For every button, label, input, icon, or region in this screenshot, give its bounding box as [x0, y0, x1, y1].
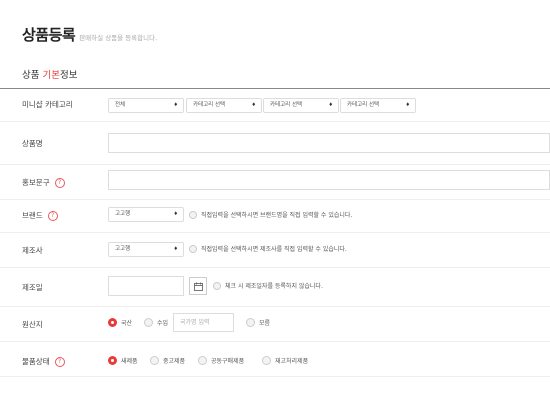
maker-select-value: 고고행 — [115, 246, 131, 252]
origin-radio-domestic[interactable] — [108, 318, 117, 327]
condition-row: 물품상태? 새제품 중고제품 공동구매제품 재고처리제품 — [0, 342, 550, 377]
origin-option-domestic-label: 국산 — [121, 320, 133, 327]
page-description: 판매하실 상품을 등록합니다. — [79, 34, 158, 42]
maker-direct-input-checkbox[interactable] — [189, 245, 197, 253]
brand-label-wrap: 브랜드? — [22, 210, 58, 221]
brand-select[interactable]: 고고행 ♦ — [108, 207, 184, 222]
promo-label: 홍보문구 — [22, 178, 50, 187]
section-title-suffix: 정보 — [59, 70, 78, 81]
category-select-4[interactable]: 카테고리 선택 ♦ — [340, 98, 416, 113]
origin-option-unknown-label: 모름 — [259, 320, 271, 327]
condition-option-group-buy-label: 공동구매제품 — [211, 358, 245, 365]
origin-row: 원산지 국산 수입 국가명 입력 모름 — [0, 307, 550, 342]
made-date-row: 제조일 체크 시 제조일자를 등록하지 않습니다. — [0, 268, 550, 307]
country-name-input[interactable]: 국가명 입력 — [173, 313, 234, 332]
product-name-row: 상품명 — [0, 122, 550, 165]
help-icon[interactable]: ? — [47, 210, 58, 221]
chevron-updown-icon: ♦ — [173, 246, 178, 252]
product-name-input[interactable] — [108, 133, 550, 153]
chevron-updown-icon: ♦ — [405, 102, 410, 108]
maker-select[interactable]: 고고행 ♦ — [108, 242, 184, 257]
chevron-updown-icon: ♦ — [173, 211, 178, 217]
origin-label: 원산지 — [22, 320, 43, 329]
category-select-3[interactable]: 카테고리 선택 ♦ — [263, 98, 339, 113]
category-select-2[interactable]: 카테고리 선택 ♦ — [186, 98, 262, 113]
condition-radio-new[interactable] — [108, 356, 117, 365]
no-made-date-label: 체크 시 제조일자를 등록하지 않습니다. — [225, 283, 323, 290]
section-title: 상품 기본정보 — [22, 67, 77, 81]
condition-radio-used[interactable] — [150, 356, 159, 365]
category-select-4-value: 카테고리 선택 — [347, 102, 380, 108]
product-register-page: 상품등록 판매하실 상품을 등록합니다. 상품 기본정보 미니샵 카테고리 전체… — [0, 0, 550, 401]
brand-label: 브랜드 — [22, 211, 43, 220]
section-title-highlight: 기본 — [42, 70, 60, 81]
made-date-input[interactable] — [108, 276, 184, 296]
chevron-updown-icon: ♦ — [328, 102, 333, 108]
category-label: 미니샵 카테고리 — [22, 100, 73, 109]
no-made-date-checkbox[interactable] — [213, 282, 221, 290]
origin-radio-import[interactable] — [144, 318, 153, 327]
origin-radio-unknown[interactable] — [246, 318, 255, 327]
chevron-updown-icon: ♦ — [251, 102, 256, 108]
brand-select-value: 고고행 — [115, 211, 131, 217]
section-title-prefix: 상품 — [22, 70, 43, 81]
condition-label: 물품상태 — [22, 357, 50, 366]
product-name-label: 상품명 — [22, 139, 43, 148]
help-icon[interactable]: ? — [54, 356, 65, 367]
brand-direct-input-checkbox[interactable] — [189, 211, 197, 219]
calendar-icon — [194, 282, 203, 291]
made-date-label: 제조일 — [22, 283, 43, 292]
promo-label-wrap: 홍보문구? — [22, 177, 65, 188]
condition-label-wrap: 물품상태? — [22, 356, 65, 367]
maker-row: 제조사 고고행 ♦ 직접입력을 선택하시면 제조사를 직접 입력할 수 있습니다. — [0, 233, 550, 268]
chevron-updown-icon: ♦ — [173, 102, 178, 108]
page-title: 상품등록 — [22, 26, 76, 44]
promo-row: 홍보문구? — [0, 165, 550, 200]
maker-direct-input-label: 직접입력을 선택하시면 제조사를 직접 입력할 수 있습니다. — [201, 246, 347, 253]
condition-option-used-label: 중고제품 — [163, 358, 186, 365]
calendar-button[interactable] — [189, 277, 207, 295]
condition-option-clearance-label: 재고처리제품 — [275, 358, 309, 365]
category-select-2-value: 카테고리 선택 — [193, 102, 226, 108]
condition-radio-group-buy[interactable] — [198, 356, 207, 365]
condition-radio-clearance[interactable] — [262, 356, 271, 365]
page-header: 상품등록 판매하실 상품을 등록합니다. — [22, 24, 157, 45]
category-select-1[interactable]: 전체 ♦ — [108, 98, 184, 113]
category-select-1-value: 전체 — [115, 102, 126, 108]
maker-label: 제조사 — [22, 246, 43, 255]
promo-input[interactable] — [108, 170, 550, 190]
brand-direct-input-label: 직접입력을 선택하시면 브랜드명을 직접 입력할 수 있습니다. — [201, 212, 353, 219]
brand-row: 브랜드? 고고행 ♦ 직접입력을 선택하시면 브랜드명을 직접 입력할 수 있습니… — [0, 200, 550, 233]
category-select-3-value: 카테고리 선택 — [270, 102, 303, 108]
origin-option-import-label: 수입 — [157, 320, 169, 327]
condition-option-new-label: 새제품 — [121, 358, 138, 365]
category-row: 미니샵 카테고리 전체 ♦ 카테고리 선택 ♦ 카테고리 선택 ♦ 카테고리 선택 ♦ — [0, 89, 550, 122]
help-icon[interactable]: ? — [54, 177, 65, 188]
country-name-placeholder: 국가명 입력 — [180, 319, 210, 326]
